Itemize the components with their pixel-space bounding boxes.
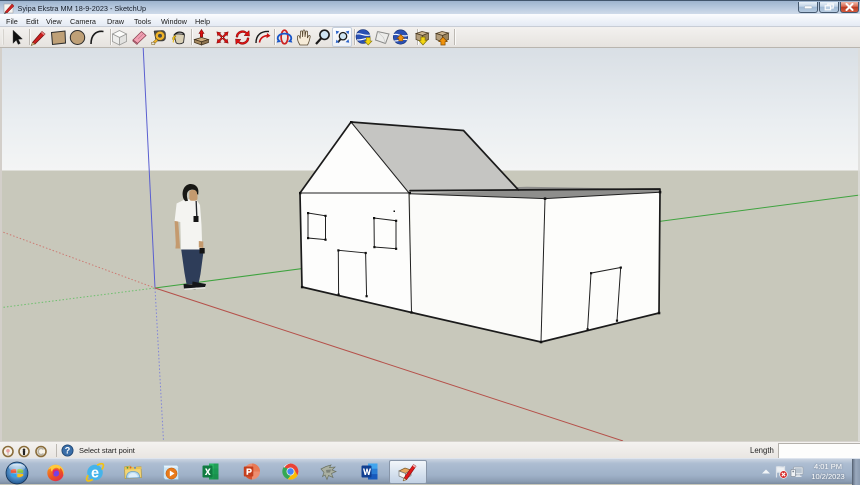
svg-text:?: ?: [65, 446, 71, 456]
